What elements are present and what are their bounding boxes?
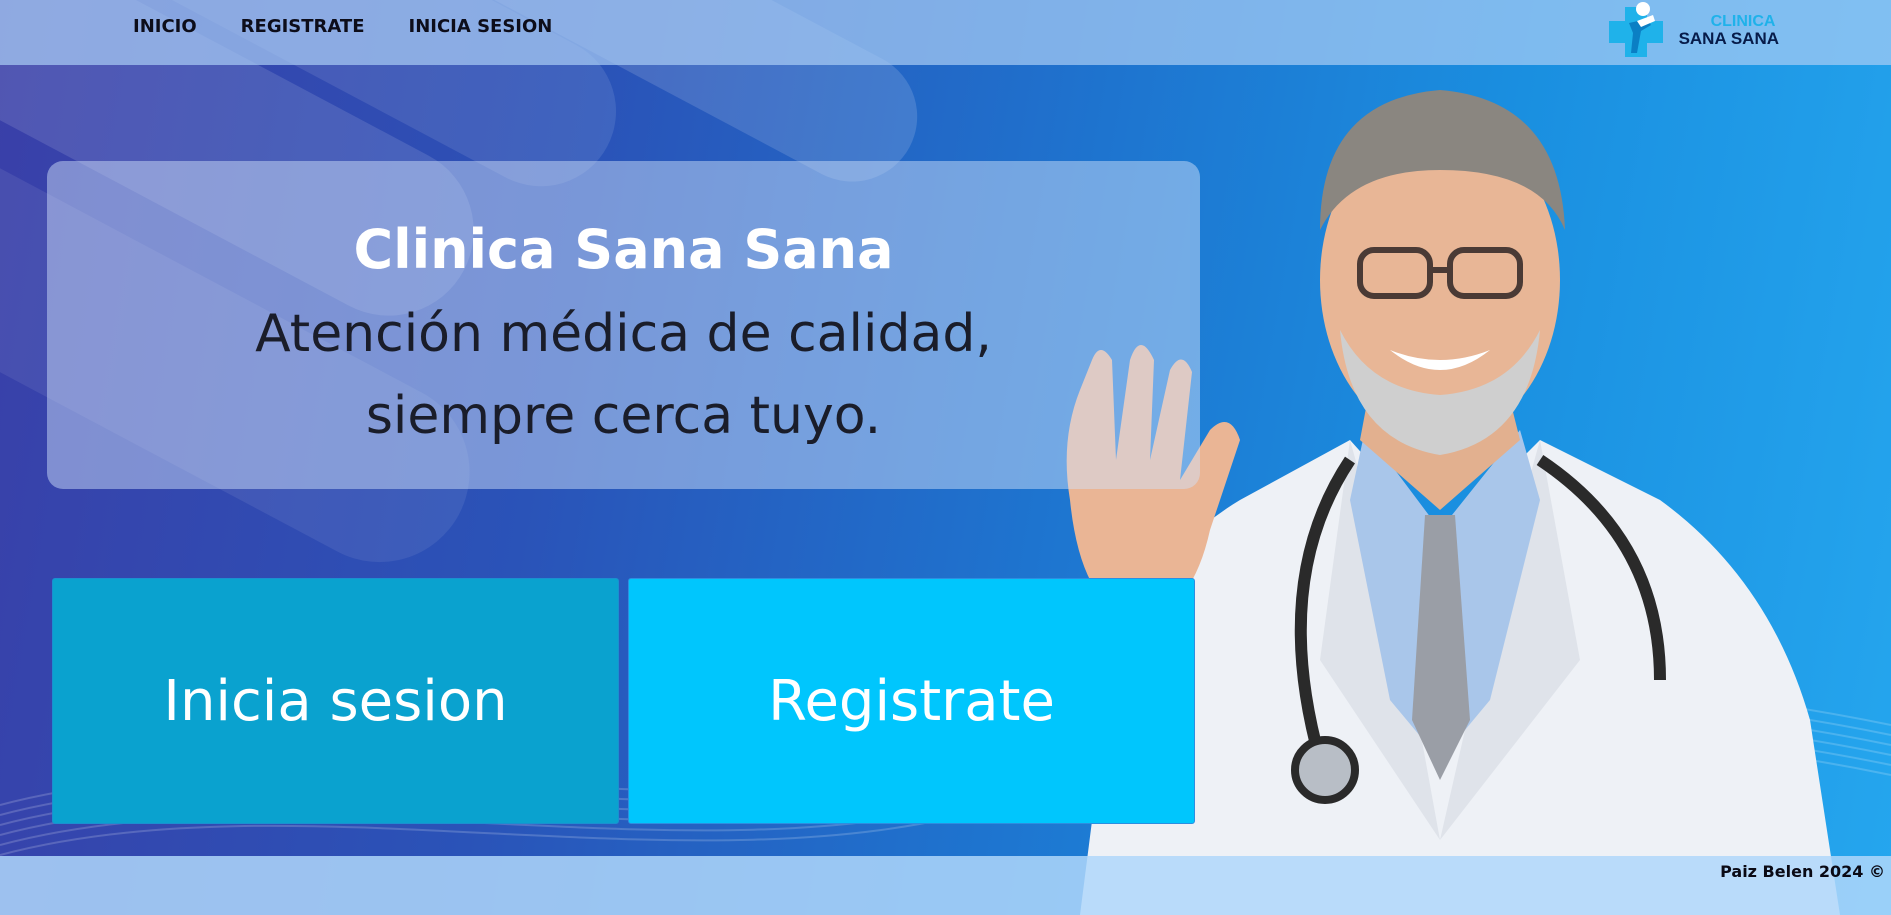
hero-subtitle-line-2: siempre cerca tuyo. [365,386,882,446]
nav-link-inicio[interactable]: INICIO [133,16,197,37]
hero-title: Clinica Sana Sana [353,218,894,281]
clinic-logo[interactable]: CLINICA SANA SANA [1607,0,1779,60]
nav-link-registrate[interactable]: REGISTRATE [241,16,365,37]
hero-subtitle-line-1: Atención médica de calidad, [255,304,992,364]
top-navbar: INICIO REGISTRATE INICIA SESION CLINICA … [0,0,1891,65]
medical-cross-person-icon [1608,2,1663,57]
login-button[interactable]: Inicia sesion [52,578,619,824]
footer-copyright: Paiz Belen 2024 © [1720,862,1885,881]
nav-link-inicia-sesion[interactable]: INICIA SESION [409,16,553,37]
footer: Paiz Belen 2024 © [0,856,1891,915]
hero-subtitle: Atención médica de calidad, siempre cerc… [47,293,1200,457]
register-button[interactable]: Registrate [628,578,1195,824]
landing-page: INICIO REGISTRATE INICIA SESION CLINICA … [0,0,1891,915]
logo-line-clinica: CLINICA [1710,13,1776,30]
logo-line-sana-sana: SANA SANA [1678,29,1779,48]
logo-text: CLINICA SANA SANA [1679,13,1779,47]
main-nav: INICIO REGISTRATE INICIA SESION [133,0,552,52]
